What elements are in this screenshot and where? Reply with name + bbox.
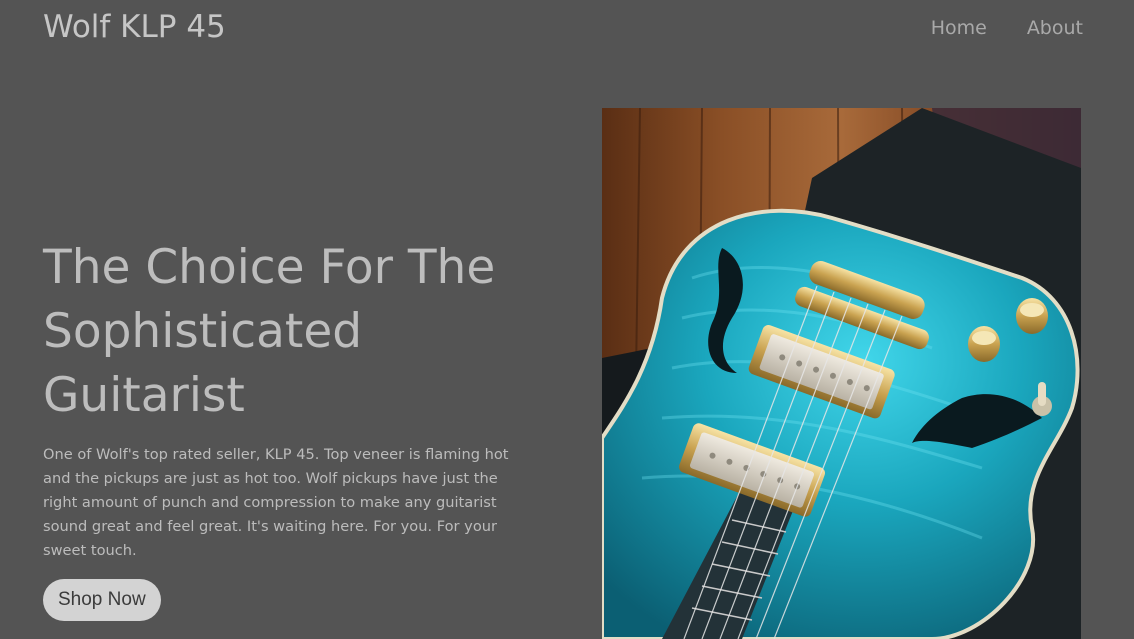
page: Wolf KLP 45 Home About The Choice For Th… xyxy=(0,0,1134,639)
nav-link-home[interactable]: Home xyxy=(931,17,987,39)
guitar-photo xyxy=(602,108,1081,639)
brand-logo-link[interactable]: Wolf KLP 45 xyxy=(43,9,226,45)
nav-link-about[interactable]: About xyxy=(1027,17,1083,39)
hero-description: One of Wolf's top rated seller, KLP 45. … xyxy=(43,446,509,559)
headline-line-3: Guitarist xyxy=(43,368,245,423)
main-nav: Home About xyxy=(931,17,1083,39)
shop-now-button[interactable]: Shop Now xyxy=(43,579,161,621)
hero-headline: The Choice For The Sophisticated Guitari… xyxy=(43,236,533,428)
headline-line-2: Sophisticated xyxy=(43,304,363,359)
guitar-image xyxy=(602,108,1081,639)
headline-line-1: The Choice For The xyxy=(43,240,496,295)
hero-text: The Choice For The Sophisticated Guitari… xyxy=(43,236,533,621)
